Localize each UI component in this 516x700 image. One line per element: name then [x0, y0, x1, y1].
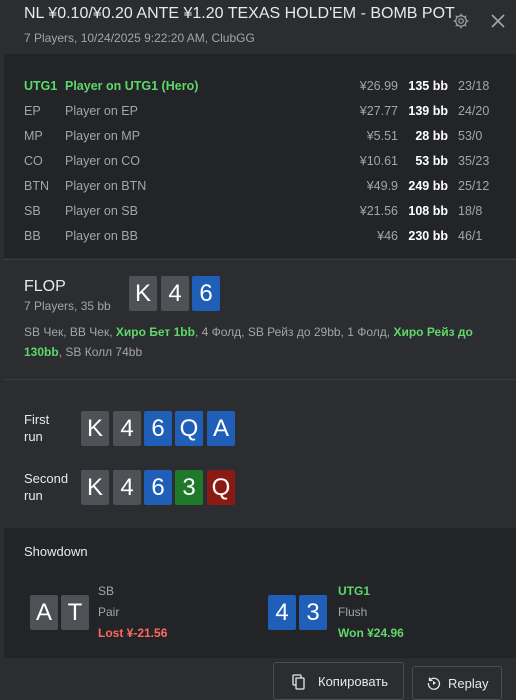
player-stack: ¥10.61 [359, 154, 398, 168]
first-run-label: First run [24, 411, 74, 445]
flop-card-2: 4 [161, 276, 189, 311]
player-row-ep[interactable]: EP Player on EP ¥27.77 139 bb 24/20 [4, 99, 516, 124]
second-run-card-1: K [81, 470, 109, 505]
player-stack-bb: 139 bb [408, 104, 448, 118]
flop-actions: SB Чек, BB Чек, Хиро Бет 1bb, 4 Фолд, SB… [24, 322, 494, 362]
header: NL ¥0.10/¥0.20 ANTE ¥1.20 TEXAS HOLD'EM … [0, 0, 516, 54]
player-stack: ¥27.77 [359, 104, 398, 118]
copy-icon [292, 674, 305, 690]
replay-icon [427, 677, 441, 690]
second-run-label-line2: run [24, 488, 43, 503]
first-run-card-2: 4 [113, 411, 141, 446]
first-run-card-1: K [81, 411, 109, 446]
player-vpip-pfr: 23/18 [458, 79, 490, 93]
hero-hand-rank: Flush [338, 605, 368, 619]
copy-button[interactable]: Копировать [273, 662, 404, 700]
player-stack-bb: 108 bb [408, 204, 448, 218]
hand-title: NL ¥0.10/¥0.20 ANTE ¥1.20 TEXAS HOLD'EM … [24, 5, 455, 22]
player-stack: ¥5.51 [366, 129, 398, 143]
player-stack: ¥26.99 [359, 79, 398, 93]
replay-button-label: Replay [448, 676, 489, 691]
divider [4, 259, 516, 260]
player-vpip-pfr: 46/1 [458, 229, 483, 243]
player-name: Player on BB [65, 229, 138, 243]
sb-result: Lost ¥-21.56 [98, 626, 168, 640]
sb-hole-card-2: T [61, 595, 89, 630]
player-row-mp[interactable]: MP Player on MP ¥5.51 28 bb 53/0 [4, 124, 516, 149]
second-run-card-2: 4 [113, 470, 141, 505]
hero-hole-card-2: 3 [299, 595, 327, 630]
player-name: Player on UTG1 (Hero) [65, 79, 199, 93]
first-run-label-line2: run [24, 429, 43, 444]
second-run-label-line1: Second [24, 471, 69, 486]
flop-card-1: K [129, 276, 157, 311]
player-stack: ¥21.56 [359, 204, 398, 218]
player-position: BB [24, 229, 41, 243]
player-stack-bb: 230 bb [408, 229, 448, 243]
player-row-sb[interactable]: SB Player on SB ¥21.56 108 bb 18/8 [4, 199, 516, 224]
player-vpip-pfr: 18/8 [458, 204, 483, 218]
player-row-co[interactable]: CO Player on CO ¥10.61 53 bb 35/23 [4, 149, 516, 174]
player-stack-bb: 135 bb [408, 79, 448, 93]
gear-icon[interactable] [452, 12, 470, 30]
replay-button[interactable]: Replay [412, 666, 502, 700]
second-run-card-3: 6 [144, 470, 172, 505]
first-run-card-5: A [207, 411, 235, 446]
sb-position: SB [98, 584, 115, 598]
sb-hand-rank: Pair [98, 605, 120, 619]
hero-hole-card-1: 4 [268, 595, 296, 630]
player-vpip-pfr: 24/20 [458, 104, 490, 118]
player-position: CO [24, 154, 43, 168]
player-vpip-pfr: 25/12 [458, 179, 490, 193]
close-icon[interactable] [489, 12, 507, 30]
first-run-label-line1: First [24, 412, 50, 427]
player-position: UTG1 [24, 79, 58, 93]
flop-label: FLOP [24, 278, 66, 295]
player-row-utg1[interactable]: UTG1 Player on UTG1 (Hero) ¥26.99 135 bb… [4, 74, 516, 99]
player-name: Player on SB [65, 204, 138, 218]
player-name: Player on CO [65, 154, 141, 168]
player-position: MP [24, 129, 43, 143]
flop-summary: 7 Players, 35 bb [24, 299, 111, 313]
second-run-label: Second run [24, 470, 74, 504]
player-stack-bb: 53 bb [415, 154, 448, 168]
player-name: Player on MP [65, 129, 141, 143]
player-name: Player on BTN [65, 179, 147, 193]
hand-subtitle: 7 Players, 10/24/2025 9:22:20 AM, ClubGG [24, 31, 255, 45]
first-run-card-4: Q [175, 411, 203, 446]
showdown-panel: Showdown A T SB Pair Lost ¥-21.56 4 3 UT… [4, 528, 516, 658]
player-position: BTN [24, 179, 49, 193]
hero-result: Won ¥24.96 [338, 626, 404, 640]
player-name: Player on EP [65, 104, 138, 118]
showdown-title: Showdown [24, 544, 88, 559]
action-text: , SB Колл 74bb [58, 345, 143, 359]
hero-position: UTG1 [338, 584, 371, 598]
action-text: SB Чек, BB Чек, [24, 325, 116, 339]
copy-button-label: Копировать [318, 674, 388, 689]
player-vpip-pfr: 53/0 [458, 129, 483, 143]
player-stack-bb: 28 bb [415, 129, 448, 143]
second-run-card-5: Q [207, 470, 235, 505]
player-stack: ¥46 [377, 229, 398, 243]
player-position: EP [24, 104, 41, 118]
hero-action: Хиро Бет 1bb [115, 325, 195, 339]
second-run-card-4: 3 [175, 470, 203, 505]
action-text: , 4 Фолд, SB Рейз до 29bb, 1 Фолд, [194, 325, 394, 339]
players-table: UTG1 Player on UTG1 (Hero) ¥26.99 135 bb… [4, 54, 516, 258]
player-position: SB [24, 204, 41, 218]
divider [4, 379, 516, 380]
player-stack-bb: 249 bb [408, 179, 448, 193]
player-vpip-pfr: 35/23 [458, 154, 490, 168]
player-row-bb[interactable]: BB Player on BB ¥46 230 bb 46/1 [4, 224, 516, 249]
flop-card-3: 6 [192, 276, 220, 311]
sb-hole-card-1: A [30, 595, 58, 630]
player-row-btn[interactable]: BTN Player on BTN ¥49.9 249 bb 25/12 [4, 174, 516, 199]
first-run-card-3: 6 [144, 411, 172, 446]
player-stack: ¥49.9 [366, 179, 398, 193]
